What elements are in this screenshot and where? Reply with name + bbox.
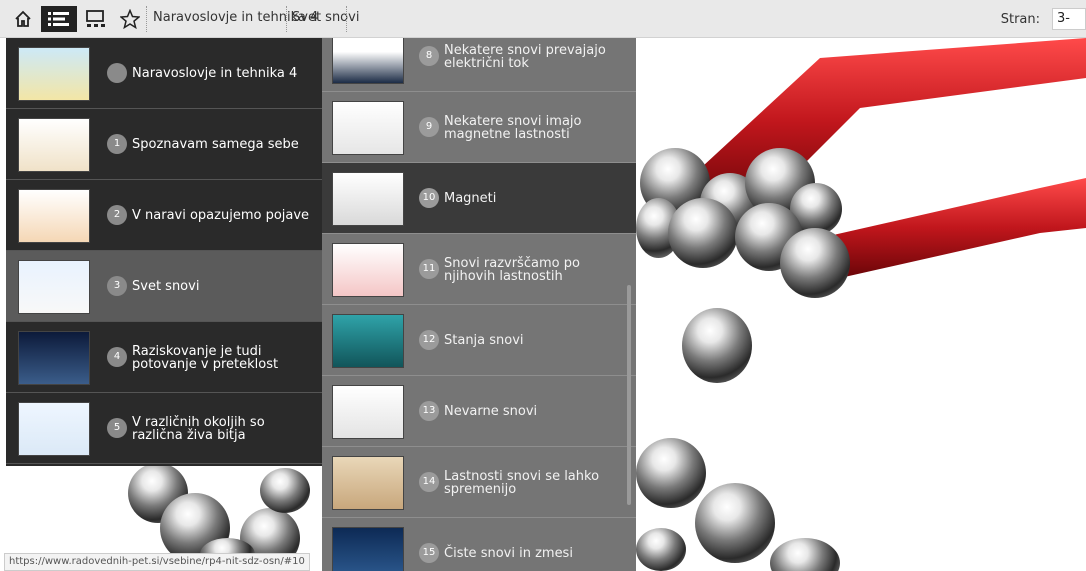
lesson-number-badge: 13 <box>419 401 439 421</box>
lesson-number-badge: 8 <box>419 46 439 66</box>
lesson-label: Stanja snovi <box>444 333 524 348</box>
lesson-label: Čiste snovi in zmesi <box>444 546 573 561</box>
status-bar-url: https://www.radovednih-pet.si/vsebine/rp… <box>4 553 310 571</box>
lesson-thumbnail <box>332 101 404 155</box>
steel-ball <box>636 438 706 508</box>
lesson-item[interactable]: 10 Magneti <box>322 163 636 234</box>
lesson-item[interactable]: 11 Snovi razvrščamo po njihovih lastnosti… <box>322 234 636 305</box>
chapter-thumbnail <box>18 47 90 101</box>
divider <box>346 6 348 32</box>
lesson-number-badge: 11 <box>419 259 439 279</box>
steel-ball <box>668 198 738 268</box>
chapter-number-badge <box>107 63 127 83</box>
chapter-label: Raziskovanje je tudi potovanje v pretekl… <box>132 344 279 372</box>
chapter-list: Naravoslovje in tehnika 4 1 Spoznavam same… <box>6 38 322 466</box>
chapter-thumbnail <box>18 402 90 456</box>
chapter-item[interactable]: 1 Spoznavam samega sebe <box>6 109 322 180</box>
lesson-item[interactable]: 12 Stanja snovi <box>322 305 636 376</box>
lesson-item[interactable]: 9 Nekatere snovi imajo magnetne lastnosti <box>322 92 636 163</box>
lesson-thumbnail <box>332 527 404 571</box>
chapter-number-badge: 5 <box>107 418 127 438</box>
chapter-item[interactable]: 5V različnih okoljih so različna živa bi… <box>6 393 322 464</box>
chapter-number-badge: 4 <box>107 347 127 367</box>
chapter-label: V različnih okoljih so različna živa bit… <box>132 415 265 443</box>
breadcrumb-item-chapter[interactable]: Svet snovi <box>292 10 359 25</box>
chapter-item[interactable]: Naravoslovje in tehnika 4 <box>6 38 322 109</box>
top-toolbar: Naravoslovje in tehnika 4 Svet snovi Str… <box>0 0 1086 38</box>
list-icon[interactable] <box>41 6 77 32</box>
chapter-thumbnail <box>18 260 90 314</box>
chapter-label: Svet snovi <box>132 279 200 294</box>
steel-ball <box>780 228 850 298</box>
lesson-thumbnail <box>332 456 404 510</box>
lesson-thumbnail <box>332 38 404 84</box>
lesson-thumbnail <box>332 314 404 368</box>
divider <box>146 6 148 32</box>
lesson-label: Nekatere snovi imajo magnetne lastnosti <box>444 114 582 142</box>
lesson-thumbnail <box>332 243 404 297</box>
lesson-number-badge: 10 <box>419 188 439 208</box>
lesson-item[interactable]: 13 Nevarne snovi <box>322 376 636 447</box>
chapter-thumbnail <box>18 331 90 385</box>
star-icon[interactable] <box>117 6 143 32</box>
lesson-thumbnail <box>332 385 404 439</box>
lesson-item[interactable]: 15 Čiste snovi in zmesi <box>322 518 636 571</box>
lesson-list-scrollbar[interactable] <box>627 285 631 505</box>
lesson-item[interactable]: 14 Lastnosti snovi se lahko spremenijo <box>322 447 636 518</box>
chapter-number-badge: 1 <box>107 134 127 154</box>
chapter-label: V naravi opazujemo pojave <box>132 208 310 223</box>
steel-ball <box>682 308 752 383</box>
lesson-label: Nevarne snovi <box>444 404 538 419</box>
lesson-label: Snovi razvrščamo po njihovih lastnostih <box>444 256 580 284</box>
chapter-label: Naravoslovje in tehnika 4 <box>132 66 298 81</box>
chapter-item[interactable]: 2 V naravi opazujemo pojave <box>6 180 322 251</box>
lesson-number-badge: 9 <box>419 117 439 137</box>
steel-ball <box>260 468 310 513</box>
home-icon[interactable] <box>10 6 36 32</box>
divider <box>286 6 288 32</box>
lesson-label: Lastnosti snovi se lahko spremenijo <box>444 469 600 497</box>
lesson-item[interactable]: 8 Nekatere snovi prevajajo električni tok <box>322 38 636 92</box>
chapter-thumbnail <box>18 118 90 172</box>
steel-ball <box>636 528 686 571</box>
chapter-item[interactable]: 4 Raziskovanje je tudi potovanje v pretek… <box>6 322 322 393</box>
chapter-label: Spoznavam samega sebe <box>132 137 299 152</box>
pages-label: Stran: <box>1000 12 1040 27</box>
sitemap-icon[interactable] <box>84 6 112 32</box>
pages-input[interactable]: 3-10 <box>1052 8 1086 30</box>
lesson-label: Nekatere snovi prevajajo električni tok <box>444 43 606 71</box>
lesson-number-badge: 12 <box>419 330 439 350</box>
lesson-number-badge: 15 <box>419 543 439 563</box>
chapter-number-badge: 2 <box>107 205 127 225</box>
lesson-number-badge: 14 <box>419 472 439 492</box>
chapter-item[interactable]: 3 Svet snovi <box>6 251 322 322</box>
chapter-number-badge: 3 <box>107 276 127 296</box>
lesson-thumbnail <box>332 172 404 226</box>
chapter-thumbnail <box>18 189 90 243</box>
lesson-label: Magneti <box>444 191 497 206</box>
steel-ball <box>695 483 775 563</box>
lesson-list: 8 Nekatere snovi prevajajo električni tok… <box>322 38 636 571</box>
